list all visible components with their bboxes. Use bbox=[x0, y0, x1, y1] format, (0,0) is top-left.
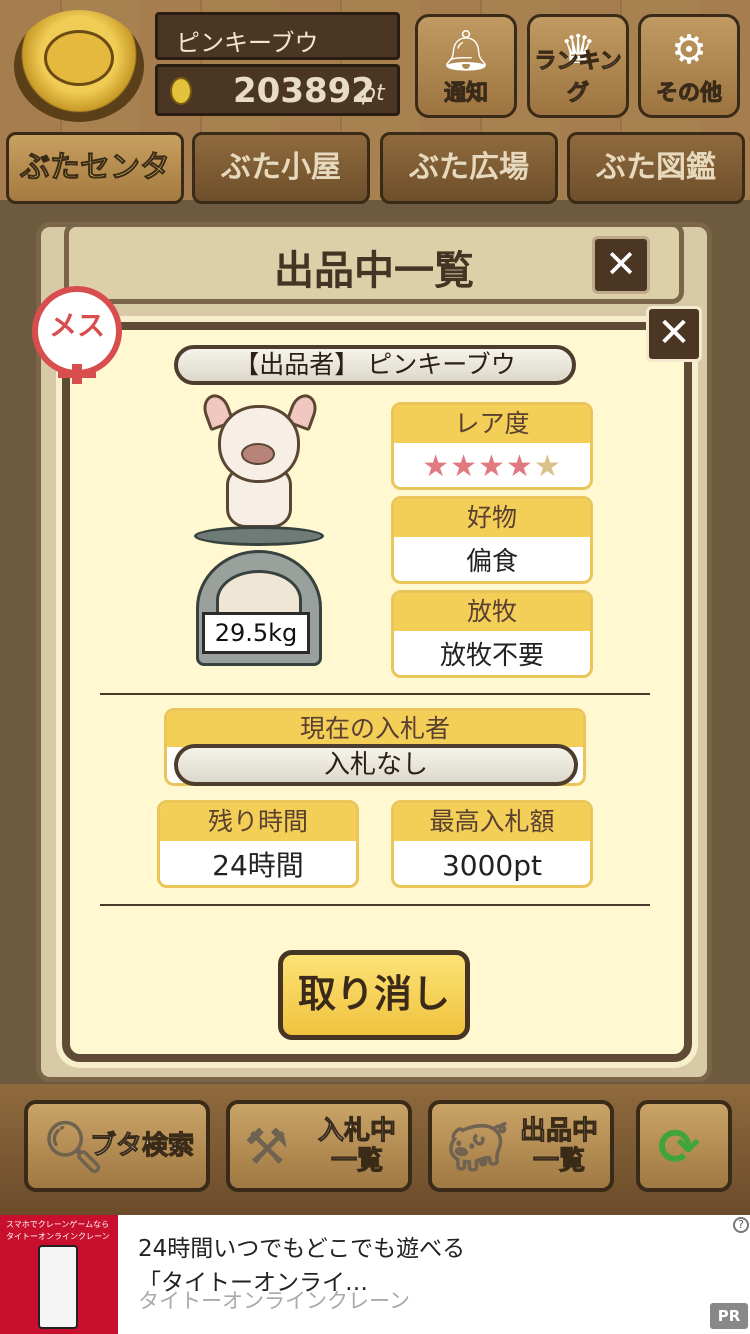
ad-pr-badge: PR bbox=[710, 1303, 748, 1329]
points-unit: pt bbox=[362, 81, 385, 106]
ad-headline[interactable]: 24時間いつでもどこでも遊べる bbox=[138, 1229, 465, 1263]
ad-info-icon[interactable]: ? bbox=[733, 1217, 749, 1233]
rarity-box: レア度 ★★★★★ bbox=[391, 402, 593, 490]
remaining-time-label: 残り時間 bbox=[160, 803, 356, 841]
bidding-list-label: 入札中 一覧 bbox=[317, 1116, 396, 1177]
panel-title: 出品中一覧 bbox=[274, 248, 474, 294]
remaining-time-value: 24時間 bbox=[212, 849, 304, 882]
notification-label: 通知 bbox=[443, 81, 488, 107]
other-button[interactable]: ⚙ その他 bbox=[638, 14, 740, 118]
grazing-label: 放牧 bbox=[394, 593, 590, 631]
card-close-button[interactable]: ✕ bbox=[646, 306, 702, 362]
user-name: ピンキーブウ bbox=[155, 12, 400, 60]
listing-list-label: 出品中 一覧 bbox=[519, 1116, 598, 1177]
star-filled-icon: ★ bbox=[505, 449, 534, 484]
ranking-label: ランキング bbox=[534, 49, 622, 107]
refresh-button[interactable]: ⟳ bbox=[636, 1100, 732, 1192]
divider bbox=[100, 693, 650, 695]
max-bid-box: 最高入札額 3000pt bbox=[391, 800, 593, 888]
star-filled-icon: ★ bbox=[478, 449, 506, 484]
tab-buta-hut[interactable]: ぶた小屋 bbox=[192, 132, 370, 204]
cancel-listing-button[interactable]: 取り消し bbox=[278, 950, 470, 1040]
ad-subline[interactable]: 「タイトーオンライ… bbox=[138, 1263, 368, 1297]
scale-tray bbox=[194, 526, 324, 546]
panel-close-button[interactable]: ✕ bbox=[592, 236, 650, 294]
points-value: 203892 bbox=[233, 71, 375, 111]
ad-image-caption: スマホでクレーンゲームなら タイトーオンラインクレーン bbox=[6, 1220, 110, 1241]
pig-weight: 29.5kg bbox=[202, 612, 310, 654]
star-empty-icon: ★ bbox=[533, 449, 562, 484]
bell-icon: 🔔︎ bbox=[440, 28, 492, 74]
seller-name: 【出品者】 ピンキーブウ bbox=[174, 345, 576, 385]
notification-button[interactable]: 🔔︎ 通知 bbox=[415, 14, 517, 118]
ranking-button[interactable]: ♛ ランキング bbox=[527, 14, 629, 118]
pig-nose bbox=[241, 443, 275, 465]
points-display: 203892 pt bbox=[155, 64, 400, 116]
ad-image[interactable]: スマホでクレーンゲームなら タイトーオンラインクレーン bbox=[0, 1215, 118, 1334]
remaining-time-box: 残り時間 24時間 bbox=[157, 800, 359, 888]
rarity-label: レア度 bbox=[394, 405, 590, 443]
star-filled-icon: ★ bbox=[422, 449, 451, 484]
favorite-value: 偏食 bbox=[465, 547, 518, 577]
grazing-value: 放牧不要 bbox=[439, 641, 544, 671]
grazing-box: 放牧 放牧不要 bbox=[391, 590, 593, 678]
gender-label: メス bbox=[48, 309, 105, 342]
tab-buta-center[interactable]: ぶたセンター bbox=[6, 132, 184, 252]
coin-icon bbox=[170, 77, 192, 105]
pig-search-button[interactable]: 🔍︎ ブタ検索 bbox=[24, 1100, 210, 1192]
tab-buta-encyclopedia[interactable]: ぶた図鑑 bbox=[567, 132, 745, 204]
max-bid-value: 3000pt bbox=[441, 849, 542, 882]
bidding-list-button[interactable]: ⚒ 入札中 一覧 bbox=[226, 1100, 412, 1192]
favorite-label: 好物 bbox=[394, 499, 590, 537]
pig-search-label: ブタ検索 bbox=[89, 1131, 194, 1162]
other-label: その他 bbox=[655, 81, 722, 107]
tab-buta-plaza[interactable]: ぶた広場 bbox=[380, 132, 558, 204]
favorite-food-box: 好物 偏食 bbox=[391, 496, 593, 584]
gavel-icon: ⚒ bbox=[244, 1118, 289, 1176]
female-symbol-bar bbox=[58, 370, 96, 378]
refresh-icon: ⟳ bbox=[658, 1118, 700, 1176]
listing-list-button[interactable]: 🐖︎ 出品中 一覧 bbox=[428, 1100, 614, 1192]
star-filled-icon: ★ bbox=[450, 449, 479, 484]
pig-medal-icon bbox=[44, 30, 114, 86]
gear-icon: ⚙ bbox=[671, 27, 707, 73]
current-bidder-value: 入札なし bbox=[174, 744, 578, 786]
max-bid-label: 最高入札額 bbox=[394, 803, 590, 841]
rarity-stars: ★★★★★ bbox=[394, 443, 590, 487]
phone-icon bbox=[38, 1245, 78, 1329]
divider bbox=[100, 904, 650, 906]
pig-icon: 🐖︎ bbox=[446, 1118, 510, 1176]
current-bidder-label: 現在の入札者 bbox=[167, 711, 583, 747]
ad-banner[interactable]: スマホでクレーンゲームなら タイトーオンラインクレーン 24時間いつでもどこでも… bbox=[0, 1215, 750, 1334]
